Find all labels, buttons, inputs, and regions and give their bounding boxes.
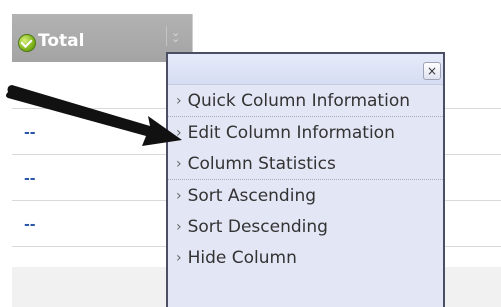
annotation-arrow-icon [6, 85, 182, 146]
annotation-arrow-shape [6, 85, 182, 146]
